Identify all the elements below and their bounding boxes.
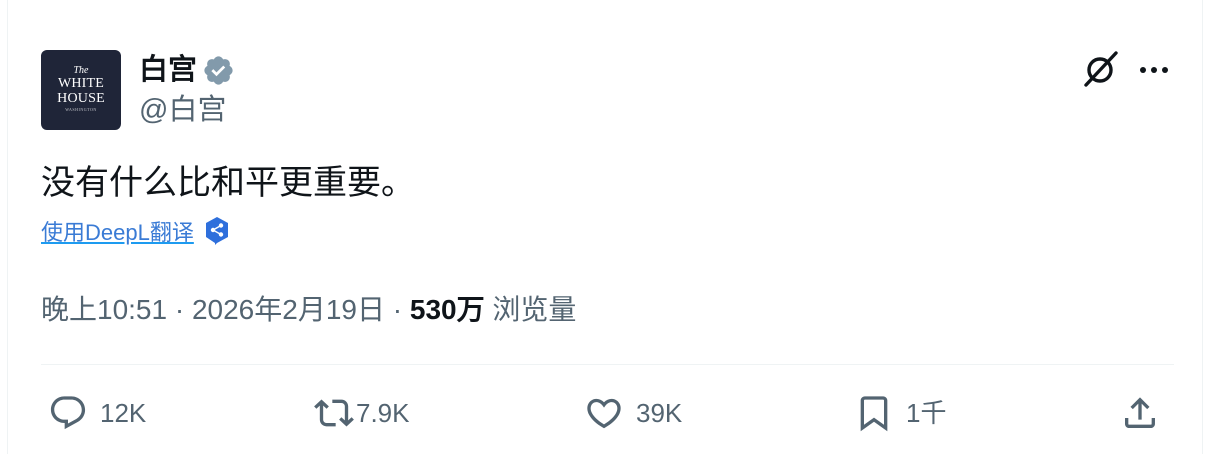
tweet-meta: 晚上10:51 · 2026年2月19日 · 530万 浏览量 — [41, 290, 576, 330]
more-icon[interactable] — [1134, 50, 1174, 90]
meta-separator: · — [167, 294, 192, 325]
reply-count: 12K — [100, 398, 147, 428]
heart-icon — [587, 398, 621, 429]
views-count: 530万 — [409, 294, 485, 325]
meta-separator: · — [384, 294, 410, 325]
reply-icon — [50, 396, 86, 430]
author-name-row: 白宫 — [139, 52, 235, 88]
bookmark-button[interactable]: 1千 — [854, 390, 946, 436]
repost-count: 7.9K — [356, 398, 410, 428]
avatar-line-white: WHITE — [57, 76, 105, 91]
avatar-line-house: HOUSE — [57, 91, 105, 106]
tweet-card: The WHITE HOUSE WASHINGTON 白宫 @白宫 没有什么比和… — [7, 0, 1203, 454]
translate-link[interactable]: 使用DeepL翻译 — [41, 215, 194, 247]
share-button[interactable] — [1120, 390, 1160, 436]
translate-row: 使用DeepL翻译 — [41, 214, 230, 248]
verified-badge-icon — [204, 55, 233, 85]
repost-button[interactable]: 7.9K — [314, 390, 410, 436]
share-icon — [1125, 397, 1155, 428]
bookmark-count: 1千 — [906, 398, 947, 428]
avatar[interactable]: The WHITE HOUSE WASHINGTON — [41, 50, 121, 130]
tweet-time[interactable]: 晚上10:51 — [41, 294, 167, 325]
avatar-line-the: The — [73, 65, 89, 76]
avatar-line-washington: WASHINGTON — [65, 107, 97, 112]
like-button[interactable]: 39K — [584, 390, 682, 436]
divider — [41, 364, 1174, 365]
author-display-name[interactable]: 白宫 — [139, 52, 197, 88]
like-count: 39K — [636, 398, 683, 428]
bookmark-icon — [860, 396, 888, 432]
repost-icon — [314, 399, 354, 427]
reply-button[interactable]: 12K — [48, 390, 146, 436]
views-label: 浏览量 — [492, 294, 577, 325]
grok-icon[interactable] — [1078, 48, 1122, 92]
deepl-icon — [205, 217, 228, 245]
tweet-date[interactable]: 2026年2月19日 — [192, 294, 385, 325]
tweet-text: 没有什么比和平更重要。 — [41, 164, 415, 202]
author-handle[interactable]: @白宫 — [139, 92, 226, 128]
